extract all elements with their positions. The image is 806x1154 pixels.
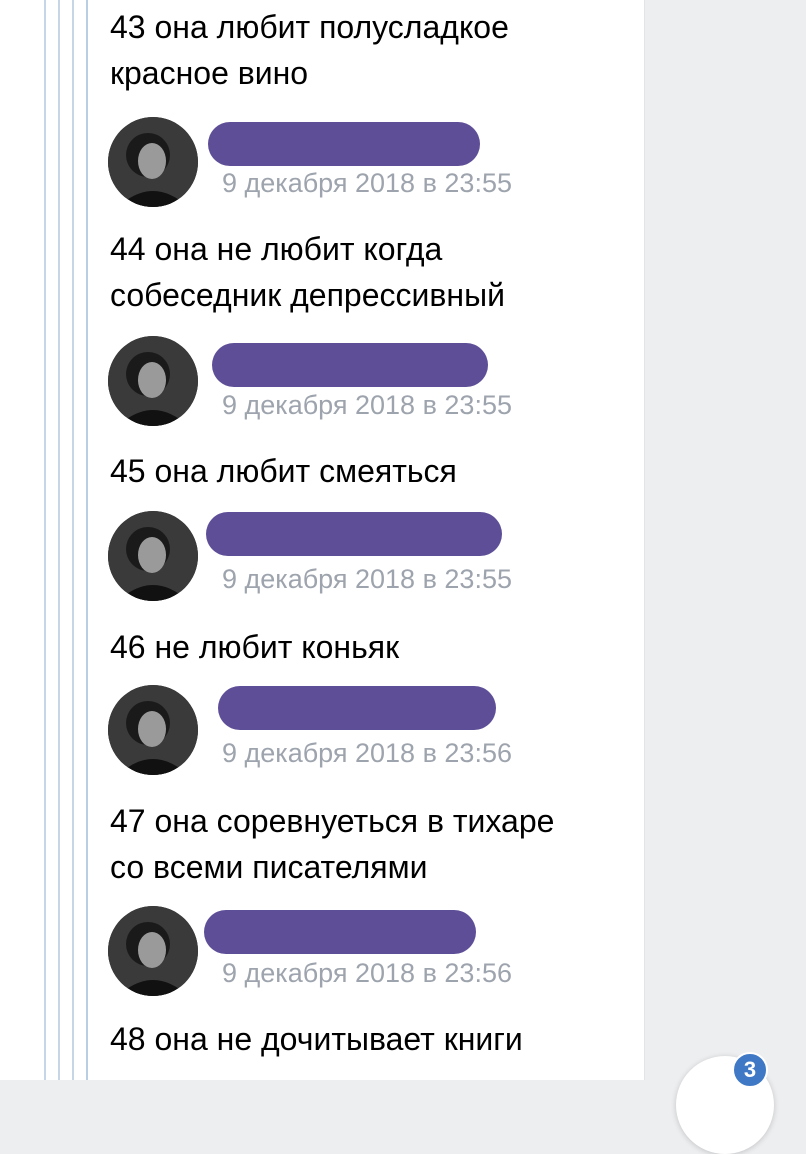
thread-lines (0, 0, 96, 1080)
comment-timestamp: 9 декабря 2018 в 23:56 (222, 738, 512, 768)
comment-timestamp: 9 декабря 2018 в 23:55 (222, 564, 512, 594)
redacted-author-name (212, 343, 488, 387)
redacted-author-name (206, 512, 502, 556)
redacted-author-name (218, 686, 496, 730)
thread-line (72, 0, 74, 1080)
thread-line (86, 0, 88, 1080)
comment-timestamp: 9 декабря 2018 в 23:55 (222, 390, 512, 420)
comment-text: 45 она любит смеяться (110, 453, 457, 489)
avatar[interactable] (108, 685, 198, 775)
comment-timestamp: 9 декабря 2018 в 23:56 (222, 958, 512, 988)
comment-text: 48 она не дочитывает книги (110, 1021, 523, 1057)
comment-text: 47 она соревнуеться в тихаре со всеми пи… (110, 803, 555, 885)
avatar[interactable] (108, 117, 198, 207)
comment-text: 46 не любит коньяк (110, 629, 400, 665)
redacted-author-name (208, 122, 480, 166)
avatar[interactable] (108, 336, 198, 426)
unread-count-badge: 3 (732, 1052, 768, 1088)
avatar[interactable] (108, 906, 198, 996)
comment-text: 43 она любит полусладкое красное вино (110, 9, 509, 91)
comment-text: 44 она не любит когда собеседник депресс… (110, 231, 505, 313)
redacted-author-name (204, 910, 476, 954)
thread-line (44, 0, 46, 1080)
comment-timestamp: 9 декабря 2018 в 23:55 (222, 168, 512, 198)
thread-line (58, 0, 60, 1080)
avatar[interactable] (108, 511, 198, 601)
